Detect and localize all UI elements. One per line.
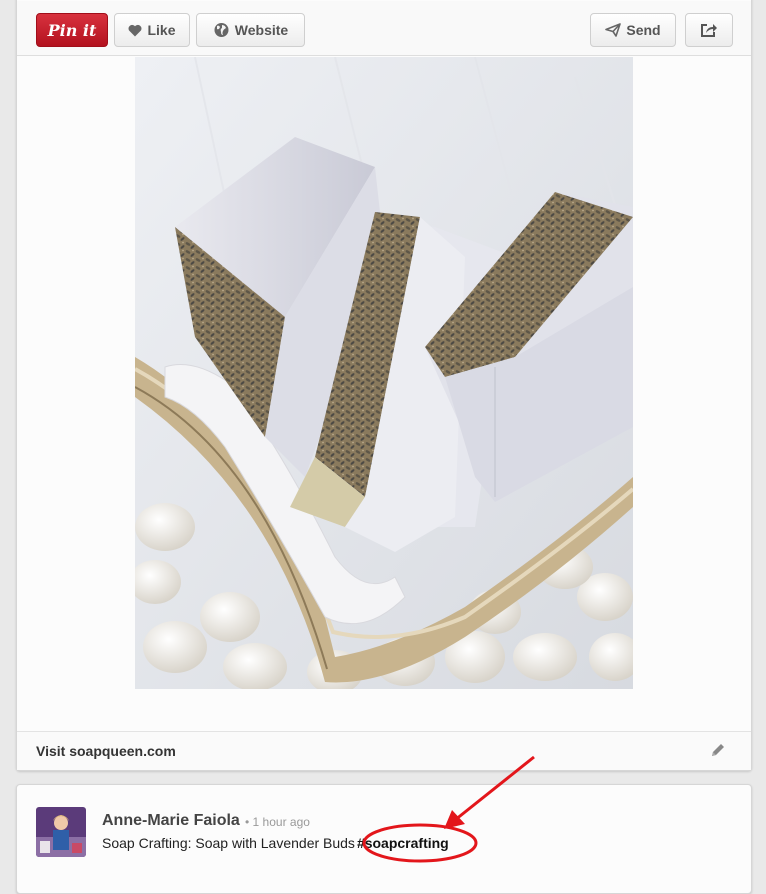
pin-toolbar: Pin it Like Website Send	[17, 1, 751, 56]
send-label: Send	[626, 22, 661, 38]
share-button[interactable]	[685, 13, 733, 47]
visit-link[interactable]: Visit soapqueen.com	[36, 743, 176, 759]
share-icon	[700, 22, 718, 38]
website-label: Website	[234, 22, 289, 38]
pin-it-label: Pin it	[47, 20, 97, 40]
send-icon	[605, 23, 622, 37]
pin-card: Pin it Like Website Send Visit soapqueen…	[16, 0, 752, 771]
comment-body: Soap Crafting: Soap with Lavender Buds	[102, 835, 355, 851]
like-label: Like	[147, 22, 176, 38]
like-button[interactable]: Like	[114, 13, 190, 47]
comment-card: Anne-Marie Faiola • 1 hour ago Soap Craf…	[16, 784, 752, 894]
pencil-icon[interactable]	[710, 742, 726, 763]
send-button[interactable]: Send	[590, 13, 676, 47]
hashtag-link[interactable]: #soapcrafting	[357, 835, 449, 851]
globe-icon	[213, 22, 230, 38]
pin-it-button[interactable]: Pin it	[36, 13, 108, 47]
website-button[interactable]: Website	[196, 13, 305, 47]
comment-text: Soap Crafting: Soap with Lavender Buds #s…	[102, 835, 449, 851]
visit-bar: Visit soapqueen.com	[17, 731, 751, 770]
comment-author[interactable]: Anne-Marie Faiola	[102, 812, 240, 830]
heart-icon	[128, 24, 142, 37]
comment-time: • 1 hour ago	[245, 815, 310, 829]
avatar[interactable]	[36, 807, 86, 857]
pin-image[interactable]	[135, 57, 633, 689]
